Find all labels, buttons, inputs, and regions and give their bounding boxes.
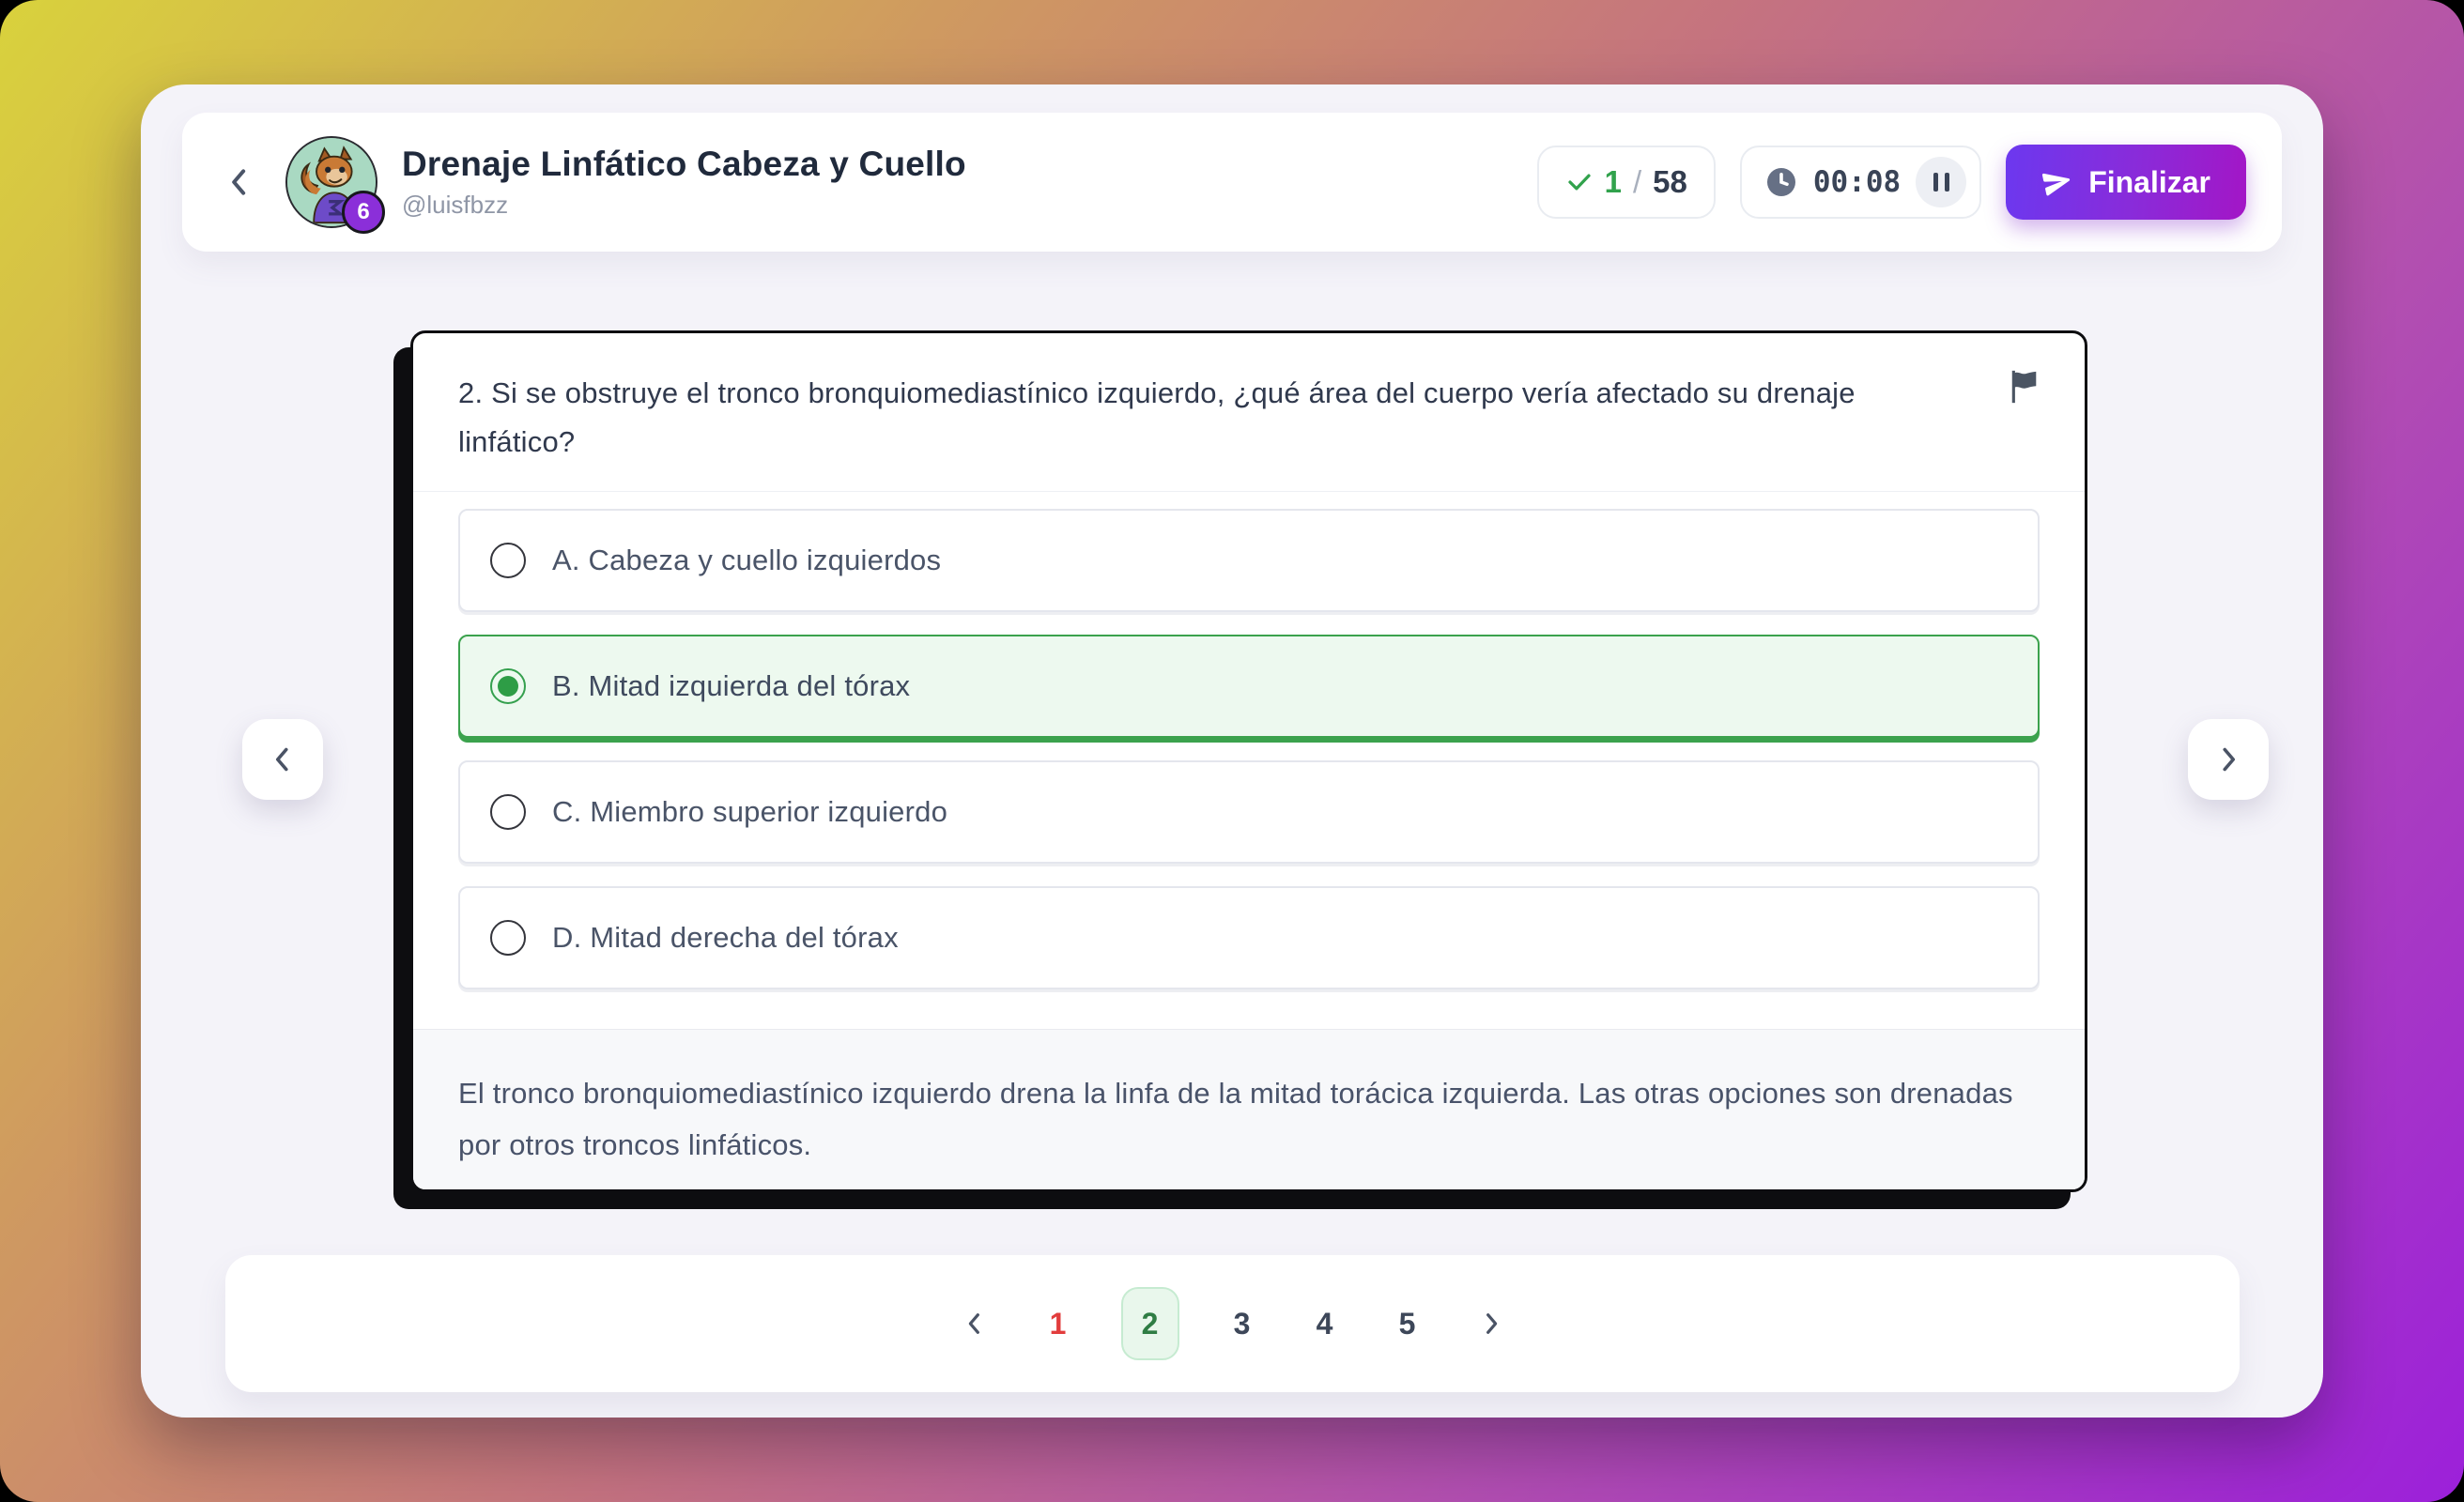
finish-button[interactable]: Finalizar — [2006, 145, 2246, 220]
author-username: @luisfbzz — [402, 191, 966, 220]
radio-selected-icon — [490, 668, 526, 704]
option-a-label: A. Cabeza y cuello izquierdos — [552, 544, 941, 577]
finish-button-label: Finalizar — [2088, 165, 2210, 200]
chevron-right-icon — [2211, 743, 2245, 776]
page-button-3[interactable]: 3 — [1223, 1307, 1262, 1341]
app-container: 6 Drenaje Linfático Cabeza y Cuello @lui… — [141, 84, 2323, 1418]
pagination-next-button[interactable] — [1471, 1303, 1512, 1344]
flag-icon — [2004, 367, 2043, 406]
pagination: 1 2 3 4 5 — [225, 1255, 2240, 1392]
page-button-5[interactable]: 5 — [1388, 1307, 1427, 1341]
explanation-section: El tronco bronquiomediastínico izquierdo… — [413, 1029, 2085, 1192]
clock-icon — [1764, 165, 1798, 199]
option-d-label: D. Mitad derecha del tórax — [552, 921, 899, 955]
send-icon — [2039, 163, 2076, 201]
avatar: 6 — [285, 136, 377, 228]
previous-question-button[interactable] — [242, 719, 323, 800]
check-icon — [1565, 168, 1594, 196]
page-button-4[interactable]: 4 — [1305, 1307, 1345, 1341]
explanation-text: El tronco bronquiomediastínico izquierdo… — [458, 1067, 2040, 1171]
progress-badge: 1 / 58 — [1537, 146, 1716, 219]
pause-icon — [1945, 173, 1949, 192]
title-block: Drenaje Linfático Cabeza y Cuello @luisf… — [402, 145, 966, 220]
total-count: 58 — [1653, 164, 1687, 200]
option-b-selected[interactable]: B. Mitad izquierda del tórax — [458, 635, 2040, 738]
radio-icon — [490, 920, 526, 956]
option-b-label: B. Mitad izquierda del tórax — [552, 669, 910, 703]
options-list: A. Cabeza y cuello izquierdos B. Mitad i… — [413, 492, 2085, 1029]
question-section: 2. Si se obstruye el tronco bronquiomedi… — [413, 333, 2085, 492]
question-card: 2. Si se obstruye el tronco bronquiomedi… — [410, 330, 2087, 1192]
page-title: Drenaje Linfático Cabeza y Cuello — [402, 145, 966, 184]
pause-button[interactable] — [1916, 157, 1966, 207]
pagination-prev-button[interactable] — [954, 1303, 995, 1344]
chevron-right-icon — [1476, 1309, 1506, 1339]
level-badge-value: 6 — [357, 199, 369, 225]
flag-question-button[interactable] — [2004, 367, 2043, 406]
progress-separator: / — [1633, 164, 1641, 200]
page-button-1[interactable]: 1 — [1039, 1307, 1078, 1341]
option-c[interactable]: C. Miembro superior izquierdo — [458, 760, 2040, 864]
timer-badge: 00:08 — [1740, 146, 1981, 219]
pause-icon — [1933, 173, 1938, 192]
back-button[interactable] — [218, 161, 261, 204]
level-badge: 6 — [342, 191, 385, 234]
screen: 6 Drenaje Linfático Cabeza y Cuello @lui… — [0, 0, 2464, 1502]
option-c-label: C. Miembro superior izquierdo — [552, 795, 947, 829]
answered-count: 1 — [1605, 164, 1622, 200]
chevron-left-icon — [266, 743, 300, 776]
radio-icon — [490, 794, 526, 830]
timer-value: 00:08 — [1813, 165, 1901, 199]
header: 6 Drenaje Linfático Cabeza y Cuello @lui… — [182, 113, 2282, 252]
chevron-left-icon — [960, 1309, 990, 1339]
option-a[interactable]: A. Cabeza y cuello izquierdos — [458, 509, 2040, 612]
option-d[interactable]: D. Mitad derecha del tórax — [458, 886, 2040, 989]
chevron-left-icon — [221, 163, 258, 201]
next-question-button[interactable] — [2188, 719, 2269, 800]
question-text: 2. Si se obstruye el tronco bronquiomedi… — [458, 369, 2040, 467]
page-button-2-current[interactable]: 2 — [1121, 1287, 1179, 1360]
radio-icon — [490, 543, 526, 578]
